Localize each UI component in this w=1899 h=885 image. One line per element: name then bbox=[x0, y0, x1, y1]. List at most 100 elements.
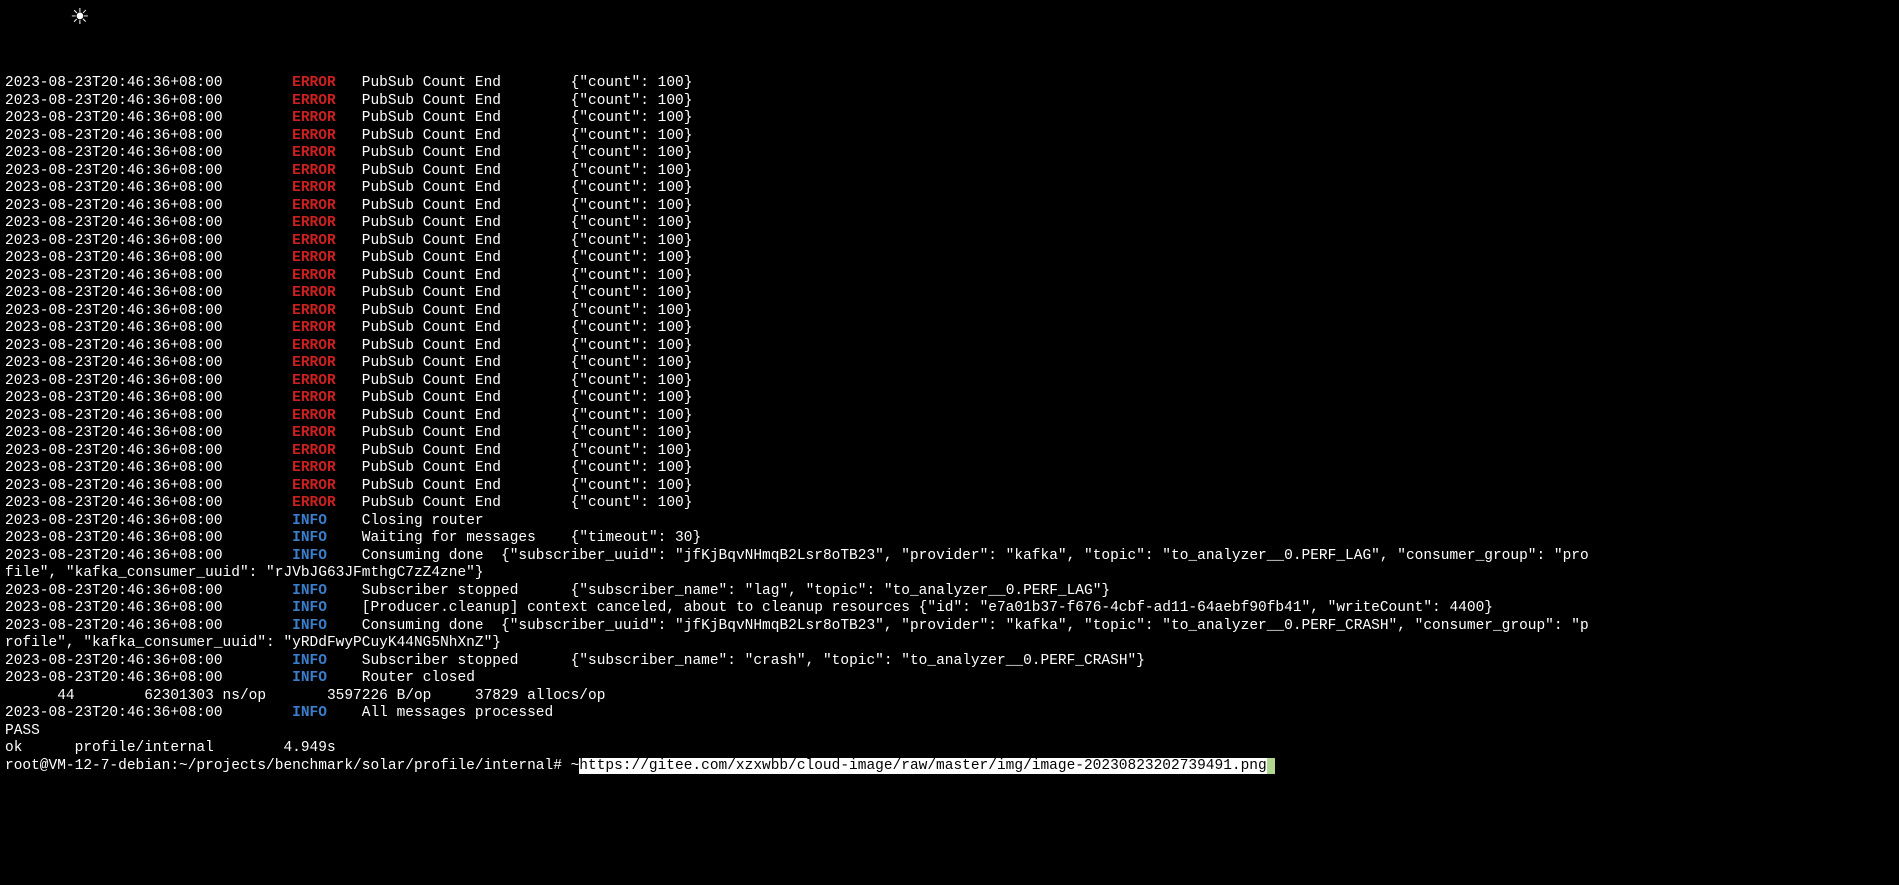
log-timestamp: 2023-08-23T20:46:36+08:00 bbox=[5, 460, 292, 476]
log-timestamp: 2023-08-23T20:46:36+08:00 bbox=[5, 250, 292, 266]
log-line: 2023-08-23T20:46:36+08:00 INFO [Producer… bbox=[5, 600, 1894, 618]
log-timestamp: 2023-08-23T20:46:36+08:00 bbox=[5, 128, 292, 144]
terminal-output[interactable]: 2023-08-23T20:46:36+08:00 ERROR PubSub C… bbox=[5, 75, 1894, 775]
log-message: Subscriber stopped bbox=[362, 583, 571, 599]
log-level-info: INFO bbox=[292, 618, 362, 634]
log-json: {"count": 100} bbox=[571, 163, 693, 179]
log-timestamp: 2023-08-23T20:46:36+08:00 bbox=[5, 215, 292, 231]
log-message: PubSub Count End bbox=[362, 338, 571, 354]
log-timestamp: 2023-08-23T20:46:36+08:00 bbox=[5, 513, 292, 529]
brightness-icon: ☀ bbox=[70, 10, 90, 28]
log-timestamp: 2023-08-23T20:46:36+08:00 bbox=[5, 93, 292, 109]
log-line: 2023-08-23T20:46:36+08:00 ERROR PubSub C… bbox=[5, 390, 1894, 408]
log-message: PubSub Count End bbox=[362, 233, 571, 249]
log-message: PubSub Count End bbox=[362, 495, 571, 511]
log-line: 2023-08-23T20:46:36+08:00 INFO Subscribe… bbox=[5, 653, 1894, 671]
log-line: 2023-08-23T20:46:36+08:00 INFO Closing r… bbox=[5, 513, 1894, 531]
log-line: 2023-08-23T20:46:36+08:00 ERROR PubSub C… bbox=[5, 460, 1894, 478]
log-message: Subscriber stopped bbox=[362, 653, 571, 669]
log-timestamp: 2023-08-23T20:46:36+08:00 bbox=[5, 373, 292, 389]
log-level-error: ERROR bbox=[292, 495, 362, 511]
log-level-error: ERROR bbox=[292, 250, 362, 266]
log-line: 2023-08-23T20:46:36+08:00 INFO Router cl… bbox=[5, 670, 1894, 688]
highlighted-url[interactable]: https://gitee.com/xzxwbb/cloud-image/raw… bbox=[579, 758, 1266, 774]
log-level-error: ERROR bbox=[292, 478, 362, 494]
log-line: 2023-08-23T20:46:36+08:00 ERROR PubSub C… bbox=[5, 180, 1894, 198]
log-line: 2023-08-23T20:46:36+08:00 ERROR PubSub C… bbox=[5, 75, 1894, 93]
log-timestamp: 2023-08-23T20:46:36+08:00 bbox=[5, 110, 292, 126]
log-timestamp: 2023-08-23T20:46:36+08:00 bbox=[5, 338, 292, 354]
log-level-info: INFO bbox=[292, 653, 362, 669]
log-level-error: ERROR bbox=[292, 443, 362, 459]
log-json: {"count": 100} bbox=[571, 460, 693, 476]
log-line: 2023-08-23T20:46:36+08:00 ERROR PubSub C… bbox=[5, 233, 1894, 251]
log-level-info: INFO bbox=[292, 530, 362, 546]
log-line: root@VM-12-7-debian:~/projects/benchmark… bbox=[5, 758, 1894, 776]
log-timestamp: 2023-08-23T20:46:36+08:00 bbox=[5, 408, 292, 424]
log-level-error: ERROR bbox=[292, 355, 362, 371]
log-timestamp: 2023-08-23T20:46:36+08:00 bbox=[5, 233, 292, 249]
log-level-error: ERROR bbox=[292, 338, 362, 354]
log-timestamp: 2023-08-23T20:46:36+08:00 bbox=[5, 320, 292, 336]
log-json: {"count": 100} bbox=[571, 198, 693, 214]
log-json: {"timeout": 30} bbox=[571, 530, 702, 546]
log-message: PubSub Count End bbox=[362, 110, 571, 126]
log-line: 2023-08-23T20:46:36+08:00 ERROR PubSub C… bbox=[5, 250, 1894, 268]
log-timestamp: 2023-08-23T20:46:36+08:00 bbox=[5, 303, 292, 319]
log-level-error: ERROR bbox=[292, 215, 362, 231]
log-line: 2023-08-23T20:46:36+08:00 ERROR PubSub C… bbox=[5, 163, 1894, 181]
log-timestamp: 2023-08-23T20:46:36+08:00 bbox=[5, 548, 292, 564]
log-line: 2023-08-23T20:46:36+08:00 ERROR PubSub C… bbox=[5, 338, 1894, 356]
log-timestamp: 2023-08-23T20:46:36+08:00 bbox=[5, 670, 292, 686]
log-json: {"count": 100} bbox=[571, 355, 693, 371]
log-level-error: ERROR bbox=[292, 198, 362, 214]
log-timestamp: 2023-08-23T20:46:36+08:00 bbox=[5, 163, 292, 179]
log-line: 2023-08-23T20:46:36+08:00 INFO All messa… bbox=[5, 705, 1894, 723]
log-timestamp: 2023-08-23T20:46:36+08:00 bbox=[5, 425, 292, 441]
log-level-error: ERROR bbox=[292, 408, 362, 424]
log-line: 2023-08-23T20:46:36+08:00 ERROR PubSub C… bbox=[5, 373, 1894, 391]
log-message: Consuming done {"subscriber_uuid": "jfKj… bbox=[362, 548, 1589, 564]
log-level-info: INFO bbox=[292, 670, 362, 686]
log-message: PubSub Count End bbox=[362, 268, 571, 284]
log-message: [Producer.cleanup] context canceled, abo… bbox=[362, 600, 1493, 616]
log-json: {"count": 100} bbox=[571, 180, 693, 196]
log-level-info: INFO bbox=[292, 705, 362, 721]
log-line: 2023-08-23T20:46:36+08:00 ERROR PubSub C… bbox=[5, 285, 1894, 303]
log-json: {"count": 100} bbox=[571, 145, 693, 161]
log-message: PubSub Count End bbox=[362, 390, 571, 406]
log-line: 2023-08-23T20:46:36+08:00 ERROR PubSub C… bbox=[5, 145, 1894, 163]
log-level-error: ERROR bbox=[292, 425, 362, 441]
log-json: {"count": 100} bbox=[571, 93, 693, 109]
test-ok: ok profile/internal 4.949s bbox=[5, 740, 336, 756]
log-json: {"count": 100} bbox=[571, 285, 693, 301]
log-json: {"count": 100} bbox=[571, 268, 693, 284]
log-message: PubSub Count End bbox=[362, 128, 571, 144]
log-timestamp: 2023-08-23T20:46:36+08:00 bbox=[5, 530, 292, 546]
log-level-error: ERROR bbox=[292, 110, 362, 126]
log-json: {"count": 100} bbox=[571, 233, 693, 249]
log-message: PubSub Count End bbox=[362, 355, 571, 371]
log-level-error: ERROR bbox=[292, 93, 362, 109]
log-timestamp: 2023-08-23T20:46:36+08:00 bbox=[5, 285, 292, 301]
log-line: 2023-08-23T20:46:36+08:00 ERROR PubSub C… bbox=[5, 495, 1894, 513]
log-level-info: INFO bbox=[292, 513, 362, 529]
log-message: PubSub Count End bbox=[362, 408, 571, 424]
log-json: {"count": 100} bbox=[571, 390, 693, 406]
log-line: 44 62301303 ns/op 3597226 B/op 37829 all… bbox=[5, 688, 1894, 706]
log-message: All messages processed bbox=[362, 705, 553, 721]
log-line: 2023-08-23T20:46:36+08:00 ERROR PubSub C… bbox=[5, 110, 1894, 128]
log-json: {"count": 100} bbox=[571, 338, 693, 354]
log-level-error: ERROR bbox=[292, 163, 362, 179]
log-level-error: ERROR bbox=[292, 373, 362, 389]
log-message: Waiting for messages bbox=[362, 530, 571, 546]
log-json: {"count": 100} bbox=[571, 250, 693, 266]
log-json: {"count": 100} bbox=[571, 443, 693, 459]
log-level-error: ERROR bbox=[292, 233, 362, 249]
log-line: 2023-08-23T20:46:36+08:00 ERROR PubSub C… bbox=[5, 425, 1894, 443]
log-timestamp: 2023-08-23T20:46:36+08:00 bbox=[5, 495, 292, 511]
log-line: ok profile/internal 4.949s bbox=[5, 740, 1894, 758]
log-line: 2023-08-23T20:46:36+08:00 INFO Consuming… bbox=[5, 618, 1894, 636]
shell-prompt: root@VM-12-7-debian:~/projects/benchmark… bbox=[5, 758, 579, 774]
log-timestamp: 2023-08-23T20:46:36+08:00 bbox=[5, 443, 292, 459]
